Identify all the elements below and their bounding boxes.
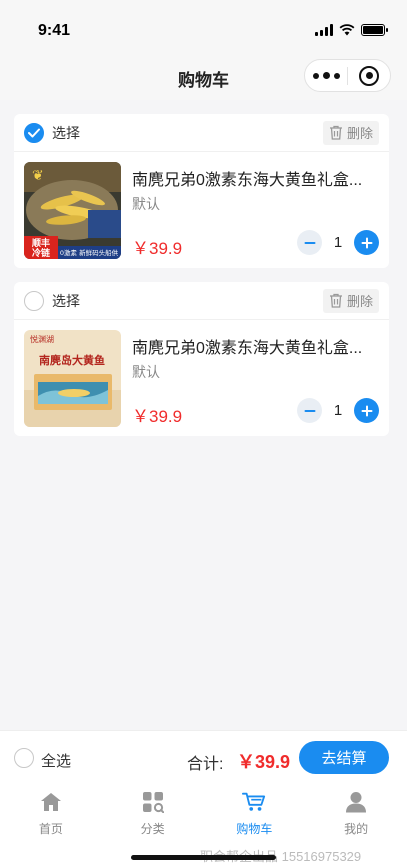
checkout-bar: 全选 合计: ￥39.9 去结算 — [0, 730, 407, 784]
minus-icon — [304, 409, 315, 412]
product-spec: 默认 — [132, 364, 160, 380]
category-icon — [141, 790, 165, 814]
mini-program-capsule — [304, 59, 391, 92]
decrease-button[interactable] — [297, 398, 322, 423]
home-indicator — [131, 855, 276, 860]
select-label: 选择 — [52, 124, 80, 141]
cart-item: 选择 删除 悦渊湖 南麂岛大黄鱼 南麂兄弟0激素东海大黄鱼礼盒... 默认 ￥3… — [14, 282, 389, 436]
quantity-stepper: 1 — [297, 398, 379, 423]
svg-text:顺丰: 顺丰 — [32, 237, 50, 249]
plus-icon — [361, 237, 372, 248]
select-all-checkbox[interactable] — [14, 748, 34, 768]
select-all-label[interactable]: 全选 — [41, 750, 71, 771]
svg-text:❦: ❦ — [32, 168, 44, 184]
quantity-value[interactable]: 1 — [322, 234, 354, 251]
minus-icon — [304, 241, 315, 244]
svg-text:冷链: 冷链 — [32, 247, 51, 259]
item-select-checkbox[interactable] — [24, 122, 44, 143]
cart-item-header: 选择 删除 — [14, 282, 389, 320]
cart-item-header: 选择 删除 — [14, 114, 389, 152]
tab-label: 购物车 — [236, 822, 273, 836]
status-icons — [315, 24, 388, 36]
product-price: ￥39.9 — [132, 239, 183, 258]
product-image[interactable]: 顺丰 冷链 0激素 新鲜码头船供 ❦ — [24, 162, 121, 259]
product-title[interactable]: 南麂兄弟0激素东海大黄鱼礼盒... — [132, 166, 372, 190]
decrease-button[interactable] — [297, 230, 322, 255]
increase-button[interactable] — [354, 230, 379, 255]
tab-home[interactable]: 首页 — [0, 784, 102, 868]
cart-icon — [242, 790, 266, 814]
plus-icon — [361, 405, 372, 416]
status-time: 9:41 — [38, 22, 71, 39]
delete-button[interactable]: 删除 — [322, 120, 379, 145]
check-icon — [28, 128, 40, 137]
cart-item-body: 顺丰 冷链 0激素 新鲜码头船供 ❦ 南麂兄弟0激素东海大黄鱼礼盒... 默认 … — [14, 152, 389, 268]
trash-icon — [329, 293, 342, 308]
product-spec: 默认 — [132, 196, 160, 212]
select-label: 选择 — [52, 292, 80, 309]
tab-label: 首页 — [38, 822, 63, 836]
trash-icon — [329, 125, 342, 140]
svg-text:南麂岛大黄鱼: 南麂岛大黄鱼 — [39, 353, 105, 367]
product-image[interactable]: 悦渊湖 南麂岛大黄鱼 — [24, 330, 121, 427]
nav-bar: 购物车 — [0, 56, 407, 100]
product-price: ￥39.9 — [132, 407, 183, 426]
checkout-button[interactable]: 去结算 — [299, 741, 389, 774]
more-icon[interactable] — [305, 72, 347, 79]
svg-text:悦渊湖: 悦渊湖 — [30, 334, 54, 344]
signal-icon — [315, 24, 333, 36]
delete-label: 删除 — [346, 294, 373, 309]
total-value: ￥39.9 — [237, 752, 291, 772]
svg-text:0激素 新鲜码头船供: 0激素 新鲜码头船供 — [60, 248, 119, 257]
close-icon[interactable] — [348, 65, 390, 86]
wifi-icon — [339, 24, 355, 36]
home-icon — [39, 790, 63, 814]
user-icon — [344, 790, 368, 814]
cart-item: 选择 删除 顺丰 冷链 0激素 新鲜码头船供 ❦ 南麂兄弟0激素东海大黄鱼礼盒.… — [14, 114, 389, 268]
delete-label: 删除 — [346, 126, 373, 141]
tab-label: 我的 — [344, 822, 369, 836]
delete-button[interactable]: 删除 — [322, 288, 379, 313]
increase-button[interactable] — [354, 398, 379, 423]
status-bar: 9:41 — [0, 0, 407, 56]
tab-label: 分类 — [140, 822, 165, 836]
product-title[interactable]: 南麂兄弟0激素东海大黄鱼礼盒... — [132, 334, 372, 358]
cart-item-body: 悦渊湖 南麂岛大黄鱼 南麂兄弟0激素东海大黄鱼礼盒... 默认 ￥39.9 1 — [14, 320, 389, 436]
quantity-value[interactable]: 1 — [322, 402, 354, 419]
battery-icon — [361, 24, 388, 36]
quantity-stepper: 1 — [297, 230, 379, 255]
total-label: 合计: — [187, 756, 224, 773]
item-select-checkbox[interactable] — [24, 290, 44, 311]
